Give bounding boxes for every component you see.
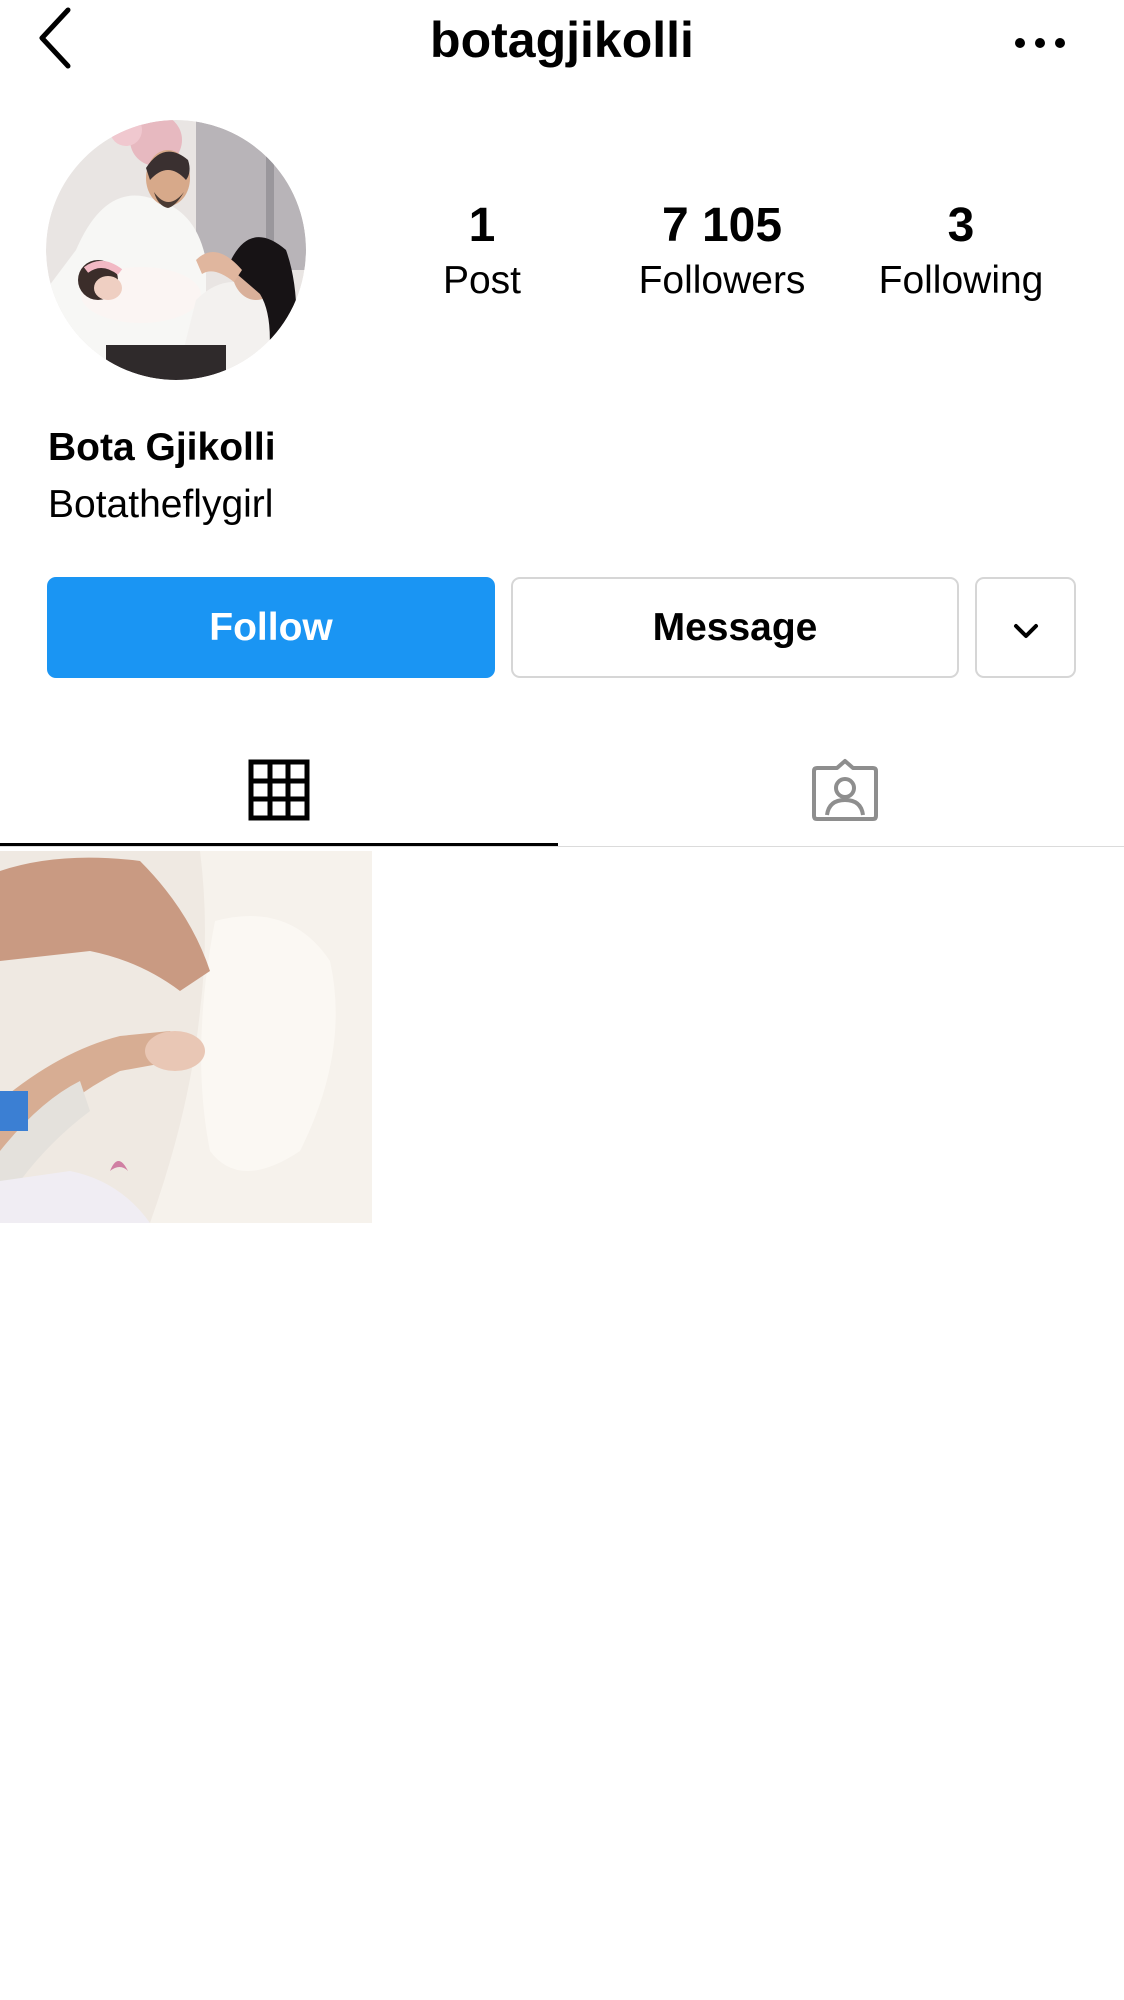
more-options-ellipsis-icon[interactable] [1012, 28, 1068, 58]
posts-label: Post [442, 259, 522, 302]
profile-username-title: botagjikolli [430, 12, 694, 68]
profile-avatar[interactable] [46, 120, 306, 380]
followers-count: 7 105 [661, 199, 783, 252]
following-count: 3 [947, 199, 975, 252]
follow-button[interactable]: Follow [47, 577, 495, 678]
suggestions-dropdown-button[interactable] [975, 577, 1076, 678]
followers-label: Followers [638, 259, 806, 302]
message-button[interactable]: Message [511, 577, 959, 678]
posts-count: 1 [468, 199, 496, 252]
chevron-down-icon [1012, 606, 1040, 650]
tabs-divider [0, 846, 1124, 847]
post-thumbnail[interactable] [0, 851, 372, 1223]
following-count-stat[interactable]: 3 Following [848, 196, 1074, 306]
profile-bio: Botatheflygirl [48, 483, 274, 526]
grid-icon [248, 759, 310, 826]
tab-tagged[interactable] [566, 740, 1124, 844]
tab-posts-grid[interactable] [0, 740, 558, 844]
tagged-person-icon [811, 758, 879, 827]
top-bar: botagjikolli [0, 0, 1124, 90]
following-label: Following [878, 259, 1044, 302]
profile-full-name: Bota Gjikolli [48, 426, 276, 469]
followers-count-stat[interactable]: 7 105 Followers [600, 196, 844, 306]
posts-count-stat: 1 Post [400, 196, 564, 306]
